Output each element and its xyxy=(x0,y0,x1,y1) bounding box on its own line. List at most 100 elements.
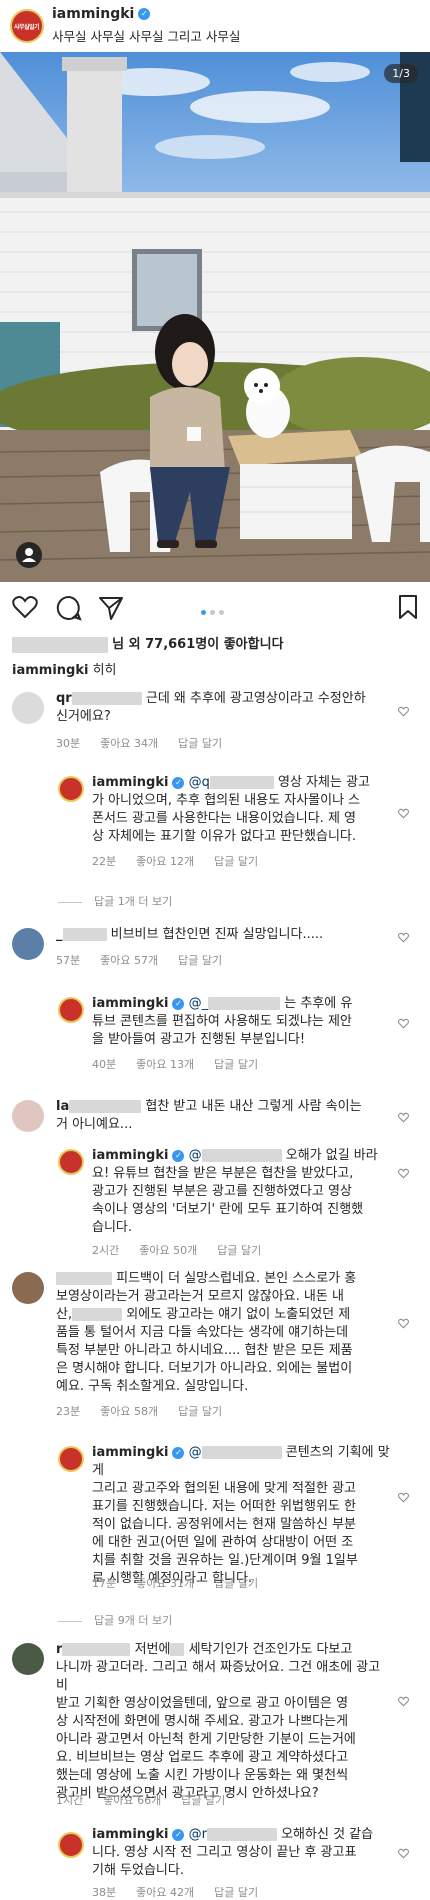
heart-icon[interactable] xyxy=(398,1318,409,1329)
bookmark-icon[interactable] xyxy=(398,594,418,620)
heart-icon[interactable] xyxy=(398,1112,409,1123)
verified-icon: ✓ xyxy=(172,1446,185,1459)
carousel-dot xyxy=(210,610,215,615)
heart-icon[interactable] xyxy=(398,706,409,717)
reply-username[interactable]: iammingki xyxy=(92,996,168,1011)
user-tag-icon[interactable] xyxy=(16,542,42,568)
reply-button[interactable]: 답글 달기 xyxy=(178,954,222,967)
mention-link[interactable]: @ xyxy=(189,1445,202,1460)
reply-meta: 17분 좋아요 31개 답글 달기 xyxy=(92,1575,278,1591)
reply-button[interactable]: 답글 달기 xyxy=(178,737,222,750)
reply-likes[interactable]: 좋아요 13개 xyxy=(136,1058,194,1071)
heart-icon[interactable] xyxy=(398,1018,409,1029)
comment-avatar[interactable] xyxy=(12,928,44,960)
caption: iammingki 히히 xyxy=(12,662,117,680)
comment-username[interactable]: qr xyxy=(56,691,72,706)
comment-avatar[interactable] xyxy=(12,692,44,724)
reply-likes[interactable]: 좋아요 42개 xyxy=(136,1886,194,1899)
comment: qr 근데 왜 추후에 광고영상이라고 수정안하 신거에요? xyxy=(56,690,386,726)
reply-text: 광고가 진행된 부분은 광고를 진행하였다고 영상 xyxy=(92,1184,352,1199)
comment-username[interactable]: _ xyxy=(56,927,63,942)
comment-username[interactable]: la xyxy=(56,1099,69,1114)
comment-icon[interactable] xyxy=(56,595,82,621)
comment-likes[interactable]: 좋아요 57개 xyxy=(100,954,158,967)
reply-text: 적이 없습니다. 공정위에서는 현재 말씀하신 부분 xyxy=(92,1517,356,1532)
reply-button[interactable]: 답글 달기 xyxy=(214,855,258,868)
reply-likes[interactable]: 좋아요 50개 xyxy=(139,1244,197,1257)
heart-icon[interactable] xyxy=(398,932,409,943)
verified-icon: ✓ xyxy=(172,997,185,1010)
reply-button[interactable]: 답글 달기 xyxy=(181,1794,225,1807)
post-photo[interactable]: 1/3 xyxy=(0,52,430,582)
reply-button[interactable]: 답글 달기 xyxy=(217,1244,261,1257)
heart-icon[interactable] xyxy=(12,595,38,619)
reply-avatar[interactable] xyxy=(58,1832,84,1858)
comment-text: 요. 비브비브는 영상 업로드 추후에 광고 계약하셨다고 xyxy=(56,1750,349,1765)
reply-likes[interactable]: 좋아요 12개 xyxy=(136,855,194,868)
reply: iammingki ✓ @q 영상 자체는 광고 가 아니었으며, 추후 협의된 … xyxy=(92,774,392,846)
reply-likes[interactable]: 좋아요 31개 xyxy=(136,1577,194,1590)
reply-avatar[interactable] xyxy=(58,1446,84,1472)
comment-likes[interactable]: 좋아요 34개 xyxy=(100,737,158,750)
reply-text: 오해하신 것 같습 xyxy=(281,1827,374,1842)
reply-username[interactable]: iammingki xyxy=(92,775,168,790)
reply-button[interactable]: 답글 달기 xyxy=(214,1058,258,1071)
carousel-counter: 1/3 xyxy=(384,64,418,83)
verified-icon: ✓ xyxy=(172,776,185,789)
comment-text: 보영상이라는거 광고라는거 모르지 않잖아요. 내돈 내 xyxy=(56,1289,344,1304)
reply: iammingki ✓ @_ 는 추후에 유 튜브 콘텐츠를 편집하여 사용해도 … xyxy=(92,995,392,1049)
comment-avatar[interactable] xyxy=(12,1272,44,1304)
likes-count[interactable]: 님 외 77,661명이 좋아합니다 xyxy=(112,637,283,652)
caption-username[interactable]: iammingki xyxy=(12,663,88,678)
view-replies-label[interactable]: 답글 9개 더 보기 xyxy=(94,1614,172,1627)
heart-icon[interactable] xyxy=(398,1848,409,1859)
heart-icon[interactable] xyxy=(398,1492,409,1503)
reply-text: 습니다. xyxy=(92,1220,133,1235)
username-label[interactable]: iammingki xyxy=(52,6,134,22)
reply-button[interactable]: 답글 달기 xyxy=(178,1405,222,1418)
redacted-user xyxy=(12,636,108,653)
reply-username[interactable]: iammingki xyxy=(92,1148,168,1163)
mention-link[interactable]: @_ xyxy=(189,996,209,1011)
comment-meta: 1시간 좋아요 66개 답글 달기 xyxy=(56,1792,245,1808)
comment-text: 협찬 받고 내돈 내산 그렇게 사람 속이는 xyxy=(145,1099,362,1114)
reply-button[interactable]: 답글 달기 xyxy=(214,1577,258,1590)
comment-meta: 30분 좋아요 34개 답글 달기 xyxy=(56,735,242,751)
comment-time: 30분 xyxy=(56,737,81,750)
reply-username[interactable]: iammingki xyxy=(92,1827,168,1842)
reply-button[interactable]: 답글 달기 xyxy=(214,1886,258,1899)
location-label[interactable]: 사무실 사무실 사무실 그리고 사무실 xyxy=(52,26,240,45)
comment-text: 저번에 xyxy=(134,1642,171,1657)
comment-likes[interactable]: 좋아요 66개 xyxy=(103,1794,161,1807)
reply-avatar[interactable] xyxy=(58,776,84,802)
reply-text: 에 대한 권고(어떤 일에 관하여 상대방이 어떤 조 xyxy=(92,1535,354,1550)
heart-icon[interactable] xyxy=(398,808,409,819)
comment-meta: 57분 좋아요 57개 답글 달기 xyxy=(56,952,242,968)
comment-likes[interactable]: 좋아요 58개 xyxy=(100,1405,158,1418)
view-replies-label[interactable]: 답글 1개 더 보기 xyxy=(94,895,172,908)
reply-text: 표기를 진행했습니다. 저는 어떠한 위법행위도 한 xyxy=(92,1499,356,1514)
heart-icon[interactable] xyxy=(398,1696,409,1707)
comment-avatar[interactable] xyxy=(12,1643,44,1675)
mention-link[interactable]: @q xyxy=(189,775,210,790)
likes-summary[interactable]: 님 외 77,661명이 좋아합니다 xyxy=(12,636,284,654)
share-icon[interactable] xyxy=(98,595,124,621)
comment-text: 비브비브 협찬인면 진짜 실망입니다..... xyxy=(110,927,324,942)
view-replies-link[interactable]: 답글 9개 더 보기 xyxy=(58,1612,172,1628)
reply-time: 17분 xyxy=(92,1577,117,1590)
comment-text: 아니라 광고면서 아닌척 한게 기만당한 기분이 드는거에 xyxy=(56,1732,356,1747)
heart-icon[interactable] xyxy=(398,1168,409,1179)
reply-avatar[interactable] xyxy=(58,1149,84,1175)
mention-link[interactable]: @ xyxy=(189,1148,202,1163)
comment-avatar[interactable] xyxy=(12,1100,44,1132)
reply-username[interactable]: iammingki xyxy=(92,1445,168,1460)
view-replies-link[interactable]: 답글 1개 더 보기 xyxy=(58,893,172,909)
comment-text: 예요. 구독 취소할게요. 실망입니다. xyxy=(56,1379,249,1394)
reply-avatar[interactable] xyxy=(58,997,84,1023)
username[interactable]: iammingki ✓ xyxy=(52,6,151,22)
comment-text: 신거에요? xyxy=(56,709,111,724)
reply-meta: 2시간 좋아요 50개 답글 달기 xyxy=(92,1242,281,1258)
mention-link[interactable]: @r xyxy=(189,1827,207,1842)
reply-text: 그리고 광고주와 협의된 내용에 맞게 적절한 광고 xyxy=(92,1481,356,1496)
reply-time: 38분 xyxy=(92,1886,117,1899)
